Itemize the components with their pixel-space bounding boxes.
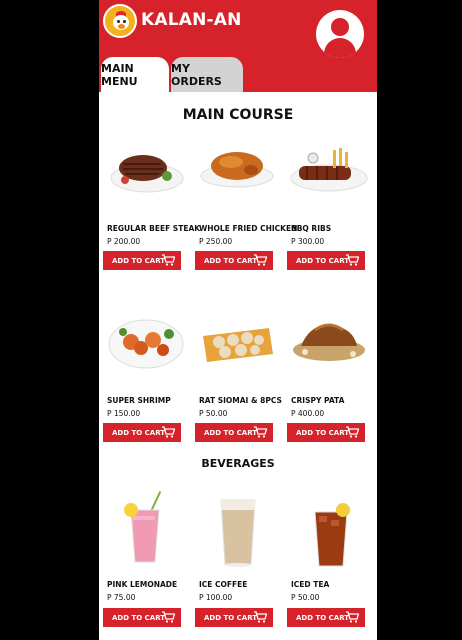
item-price: P 50.00 (199, 409, 228, 418)
button-label: ADD TO CART (204, 256, 258, 265)
pink-lemonade-image (124, 490, 162, 563)
bbq-ribs-image (290, 148, 368, 192)
cart-icon (254, 254, 267, 266)
add-to-cart-button[interactable]: ADD TO CART (287, 251, 365, 270)
menu-item: CRISPY PATA P 400.00 ADD TO CART (287, 310, 371, 445)
item-name: RAT SIOMAI & 8PCS (199, 396, 282, 405)
menu-item: WHOLE FRIED CHICKEN P 250.00 ADD TO CART (195, 138, 297, 273)
menu-item: BBQ RIBS P 300.00 ADD TO CART (287, 138, 371, 273)
item-price: P 50.00 (291, 593, 320, 602)
button-label: ADD TO CART (204, 613, 258, 622)
app-header: KALAN-AN MAIN MENU MY ORDERS (99, 0, 377, 92)
button-label: ADD TO CART (112, 428, 166, 437)
tab-main-menu[interactable]: MAIN MENU (101, 57, 169, 92)
menu-item: ICE COFFEE P 100.00 ADD TO CART (195, 488, 279, 628)
menu-item: RAT SIOMAI & 8PCS P 50.00 ADD TO CART (195, 310, 282, 445)
cart-icon (254, 426, 267, 438)
button-label: ADD TO CART (112, 613, 166, 622)
add-to-cart-button[interactable]: ADD TO CART (195, 423, 273, 442)
user-profile-icon[interactable] (316, 10, 364, 58)
button-label: ADD TO CART (296, 428, 350, 437)
item-name: REGULAR BEEF STEAK (107, 224, 201, 233)
button-label: ADD TO CART (296, 613, 350, 622)
app-screen: KALAN-AN MAIN MENU MY ORDERS MAIN COURSE… (99, 0, 377, 640)
add-to-cart-button[interactable]: ADD TO CART (195, 608, 273, 627)
button-label: ADD TO CART (204, 428, 258, 437)
cart-icon (162, 254, 175, 266)
cart-icon (346, 611, 359, 623)
app-title: KALAN-AN (141, 10, 242, 30)
siomai-image (203, 328, 273, 362)
menu-item: ICED TEA P 50.00 ADD TO CART (287, 488, 371, 628)
item-price: P 100.00 (199, 593, 233, 602)
item-name: CRISPY PATA (291, 396, 345, 405)
crispy-pata-image (293, 323, 365, 361)
button-label: ADD TO CART (296, 256, 350, 265)
cart-icon (346, 426, 359, 438)
item-price: P 400.00 (291, 409, 325, 418)
section-title-beverages: BEVERAGES (201, 457, 275, 470)
section-title-main-course: MAIN COURSE (182, 107, 294, 123)
fried-chicken-image (200, 152, 274, 188)
add-to-cart-button[interactable]: ADD TO CART (103, 251, 181, 270)
add-to-cart-button[interactable]: ADD TO CART (195, 251, 273, 270)
add-to-cart-button[interactable]: ADD TO CART (287, 423, 365, 442)
chicken-logo-icon (103, 4, 137, 38)
ice-coffee-image (220, 499, 256, 567)
item-name: ICE COFFEE (199, 580, 248, 589)
add-to-cart-button[interactable]: ADD TO CART (287, 608, 365, 627)
beef-steak-image (110, 155, 184, 193)
item-name: BBQ RIBS (291, 224, 332, 233)
iced-tea-image (314, 503, 350, 567)
cart-icon (254, 611, 267, 623)
cart-icon (162, 426, 175, 438)
item-price: P 150.00 (107, 409, 141, 418)
item-name: PINK LEMONADE (107, 580, 178, 589)
item-price: P 300.00 (291, 237, 325, 246)
item-name: ICED TEA (291, 580, 330, 589)
add-to-cart-button[interactable]: ADD TO CART (103, 423, 181, 442)
item-price: P 75.00 (107, 593, 136, 602)
cart-icon (346, 254, 359, 266)
item-name: SUPER SHRIMP (107, 396, 171, 405)
menu-item: SUPER SHRIMP P 150.00 ADD TO CART (103, 310, 187, 445)
item-name: WHOLE FRIED CHICKEN (199, 224, 298, 233)
menu-item: PINK LEMONADE P 75.00 ADD TO CART (103, 488, 187, 628)
cart-icon (162, 611, 175, 623)
super-shrimp-image (108, 319, 184, 369)
menu-item: REGULAR BEEF STEAK P 200.00 ADD TO CART (103, 138, 200, 273)
add-to-cart-button[interactable]: ADD TO CART (103, 608, 181, 627)
item-price: P 250.00 (199, 237, 233, 246)
item-price: P 200.00 (107, 237, 141, 246)
button-label: ADD TO CART (112, 256, 166, 265)
tab-my-orders[interactable]: MY ORDERS (171, 57, 243, 92)
